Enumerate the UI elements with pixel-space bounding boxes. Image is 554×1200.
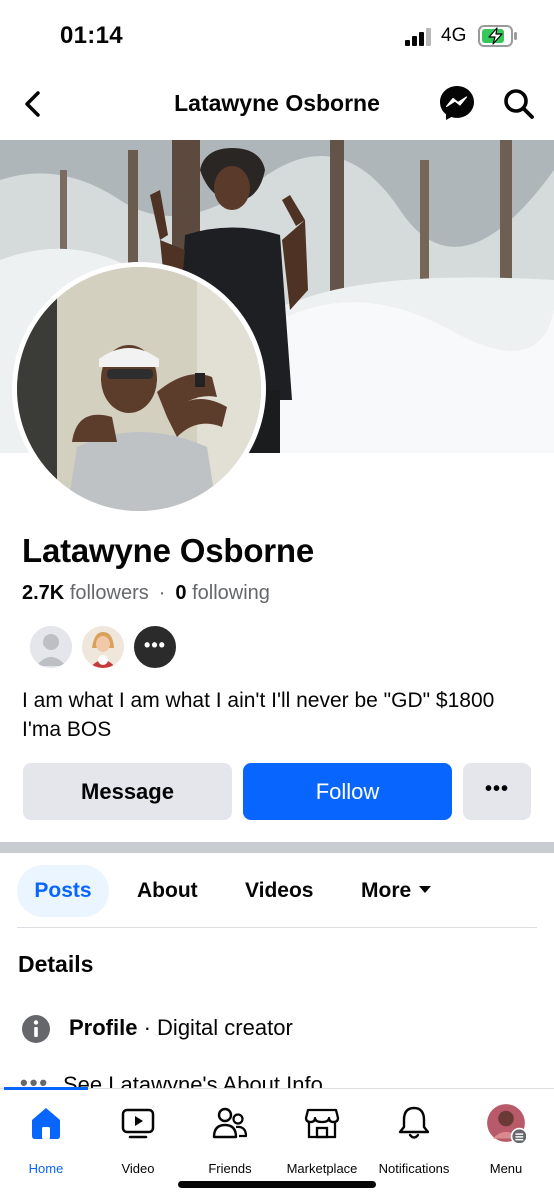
detail-profile-value: Digital creator [157, 1015, 293, 1040]
search-icon[interactable] [502, 87, 536, 121]
video-icon [121, 1108, 155, 1139]
tabbar-marketplace[interactable]: Marketplace [276, 1103, 368, 1181]
tab-more[interactable]: More [361, 865, 432, 917]
tabbar-friends[interactable]: Friends [184, 1103, 276, 1181]
more-mutual-friends-button[interactable]: ••• [132, 624, 178, 670]
status-time: 01:14 [60, 22, 123, 49]
section-divider [0, 842, 554, 853]
menu-avatar-icon [487, 1104, 526, 1143]
follow-button[interactable]: Follow [243, 763, 452, 820]
tabbar-home[interactable]: Home [0, 1103, 92, 1181]
bell-icon [398, 1106, 430, 1139]
profile-picture[interactable] [12, 262, 266, 516]
tabbar-notifications[interactable]: Notifications [368, 1103, 460, 1181]
tabs-divider [17, 927, 537, 928]
tab-about[interactable]: About [137, 865, 198, 917]
battery-charging-icon [478, 25, 517, 47]
active-tab-indicator [4, 1087, 88, 1090]
marketplace-icon [304, 1108, 340, 1139]
followers-count[interactable]: 2.7K [22, 582, 64, 604]
details-heading: Details [18, 951, 94, 977]
profile-name: Latawyne Osborne [22, 532, 315, 569]
tab-posts[interactable]: Posts [17, 865, 109, 917]
message-button[interactable]: Message [23, 763, 232, 820]
home-icon [32, 1108, 60, 1139]
see-about-info-row[interactable]: ••• See Latawyne's About Info [18, 1068, 554, 1090]
followers-label[interactable]: followers [70, 582, 149, 604]
following-label[interactable]: following [192, 582, 270, 604]
status-bar: 01:14 4G [0, 0, 554, 70]
mutual-friend-avatar[interactable] [80, 624, 126, 670]
info-icon [22, 1015, 50, 1043]
tabbar-menu-label: Menu [489, 1161, 523, 1176]
network-type: 4G [441, 25, 467, 46]
home-indicator[interactable] [178, 1181, 376, 1188]
tab-more-label: More [361, 879, 412, 902]
following-count[interactable]: 0 [175, 582, 186, 604]
profile-nav-bar: Latawyne Osborne [0, 70, 554, 140]
detail-profile-label: Profile [69, 1015, 138, 1040]
signal-icon [405, 28, 431, 46]
friends-icon [212, 1107, 248, 1139]
profile-bio: I am what I am what I ain't I'll never b… [22, 689, 495, 741]
detail-separator: · [143, 1015, 151, 1040]
stats-separator: · [158, 582, 166, 604]
caret-down-icon [419, 885, 432, 893]
tab-videos[interactable]: Videos [245, 865, 313, 917]
detail-profile-text: Profile · Digital creator [69, 1015, 293, 1041]
follow-stats: 2.7K followers · 0 following [22, 582, 270, 605]
tabbar-video[interactable]: Video [92, 1103, 184, 1181]
tabbar-menu[interactable]: Menu [460, 1103, 552, 1181]
more-options-button[interactable]: ••• [463, 763, 531, 820]
profile-tabs: Posts About Videos More [0, 862, 554, 920]
mutual-friend-avatar[interactable] [28, 624, 74, 670]
messenger-icon[interactable] [438, 84, 476, 122]
